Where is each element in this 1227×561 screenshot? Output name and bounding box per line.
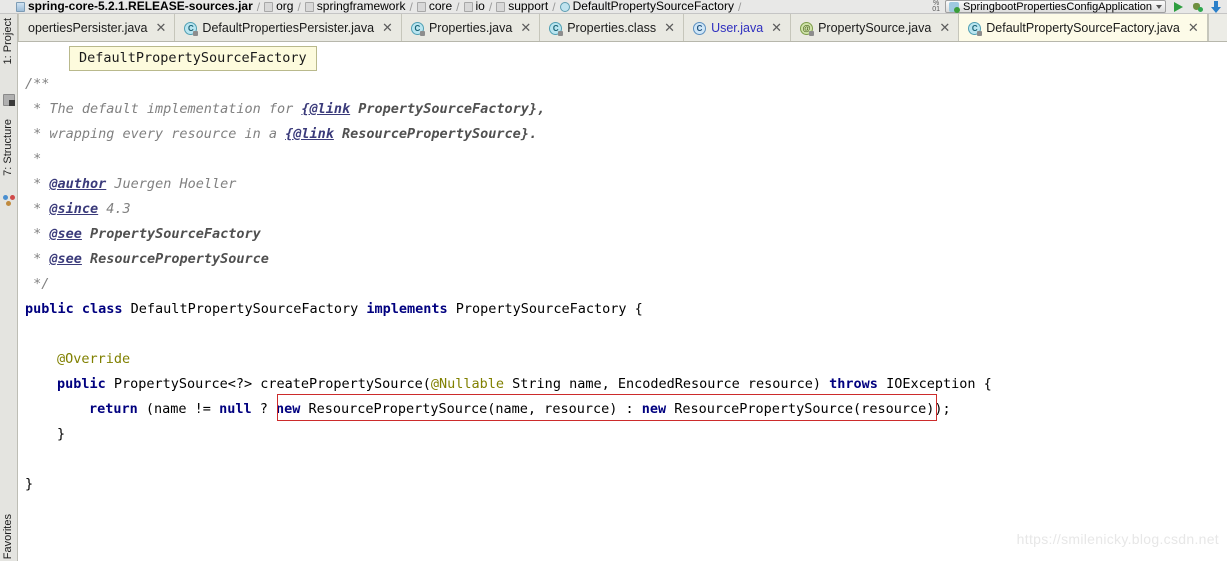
- class-icon: C: [410, 21, 425, 36]
- code-line: * @author Juergen Hoeller: [25, 176, 237, 192]
- sidebar-item-favorites[interactable]: Favorites: [2, 514, 14, 559]
- close-icon[interactable]: ✕: [1188, 21, 1199, 34]
- breadcrumb-label: org: [276, 0, 294, 13]
- run-icon: [1173, 1, 1183, 12]
- code-line: }: [57, 426, 66, 442]
- package-icon: [264, 1, 274, 12]
- code-line: @Override: [57, 351, 131, 367]
- code-line: * @see PropertySourceFactory: [25, 226, 261, 242]
- debug-icon: [1191, 1, 1203, 12]
- breadcrumb-item-org[interactable]: org: [264, 0, 293, 13]
- close-icon[interactable]: ✕: [771, 21, 782, 34]
- idea-window: spring-core-5.2.1.RELEASE-sources.jar / …: [0, 0, 1227, 561]
- breadcrumb-item-support[interactable]: support: [496, 0, 548, 13]
- code-line: /**: [25, 76, 50, 92]
- code-editor[interactable]: I /** * The default implementation for {…: [18, 42, 1227, 561]
- breadcrumb-separator: /: [456, 0, 460, 14]
- run-configuration-label: SpringbootPropertiesConfigApplication: [963, 0, 1152, 13]
- breadcrumb: spring-core-5.2.1.RELEASE-sources.jar / …: [0, 0, 745, 14]
- editor-tab-bar: opertiesPersister.java ✕ C DefaultProper…: [18, 14, 1227, 42]
- code-line: }: [25, 476, 34, 492]
- code-line: public PropertySource<?> createPropertyS…: [57, 376, 992, 392]
- sidebar-item-structure[interactable]: 7: Structure: [2, 119, 14, 176]
- class-plain-icon: C: [693, 21, 707, 35]
- navigation-bar: spring-core-5.2.1.RELEASE-sources.jar / …: [0, 0, 1227, 14]
- tab-defaultpropertysourcefactory-java[interactable]: C DefaultPropertySourceFactory.java ✕: [959, 14, 1208, 41]
- code-line: * The default implementation for {@link …: [25, 101, 546, 117]
- breadcrumb-label: support: [508, 0, 549, 13]
- code-line: public class DefaultPropertySourceFactor…: [25, 301, 643, 317]
- breadcrumb-tooltip-chip[interactable]: DefaultPropertySourceFactory: [69, 46, 317, 71]
- download-button[interactable]: [1209, 0, 1223, 13]
- breadcrumb-separator: /: [488, 0, 493, 14]
- jar-icon: [16, 1, 25, 12]
- sidebar-item-project[interactable]: 1: Project: [2, 18, 14, 64]
- mini-indicator-bottom: 01: [932, 5, 941, 13]
- tab-label: Properties.class: [567, 21, 657, 35]
- package-icon: [304, 1, 314, 12]
- code-line: */: [25, 276, 50, 292]
- code-line: *: [25, 151, 42, 167]
- tab-label: User.java: [711, 21, 764, 35]
- tab-propertysource-java[interactable]: @ PropertySource.java ✕: [791, 14, 960, 41]
- tab-opertiespersister[interactable]: opertiesPersister.java ✕: [18, 14, 176, 41]
- class-icon: [559, 1, 570, 12]
- breadcrumb-label: springframework: [316, 0, 406, 13]
- breadcrumb-separator: /: [552, 0, 556, 14]
- breadcrumb-separator: /: [297, 0, 301, 14]
- breadcrumb-label: core: [428, 0, 453, 13]
- project-icon: [3, 94, 15, 106]
- class-icon: C: [549, 21, 564, 36]
- code-line: * @since 4.3: [25, 201, 131, 217]
- structure-icon: [3, 194, 15, 206]
- code-line: return (name != null ? new ResourcePrope…: [89, 401, 951, 417]
- breadcrumb-item-springframework[interactable]: springframework: [304, 0, 406, 13]
- tab-properties-java[interactable]: C Properties.java ✕: [401, 14, 541, 41]
- breadcrumb-separator: /: [409, 0, 413, 14]
- package-icon: [496, 1, 506, 12]
- breadcrumb-separator: /: [256, 0, 261, 14]
- tab-properties-class[interactable]: C Properties.class ✕: [540, 14, 685, 41]
- watermark: https://smilenicky.blog.csdn.net: [1016, 531, 1219, 547]
- tab-defaultpropertiespersister[interactable]: C DefaultPropertiesPersister.java ✕: [175, 14, 402, 41]
- class-icon: C: [184, 21, 199, 36]
- close-icon[interactable]: ✕: [520, 21, 531, 34]
- package-icon: [416, 1, 426, 12]
- run-configuration-selector[interactable]: SpringbootPropertiesConfigApplication: [945, 0, 1166, 13]
- tab-bar-filler: [1207, 14, 1227, 41]
- package-icon: [463, 1, 473, 12]
- close-icon[interactable]: ✕: [156, 21, 167, 34]
- debug-button[interactable]: [1190, 0, 1204, 13]
- breadcrumb-item-core[interactable]: core: [416, 0, 453, 13]
- breadcrumb-separator: /: [737, 0, 742, 14]
- tab-label: DefaultPropertySourceFactory.java: [986, 21, 1180, 35]
- run-toolbar: % 01 SpringbootPropertiesConfigApplicati…: [932, 0, 1227, 13]
- download-icon: [1210, 0, 1222, 13]
- close-icon[interactable]: ✕: [939, 21, 950, 34]
- tab-label: opertiesPersister.java: [28, 21, 148, 35]
- breadcrumb-label: DefaultPropertySourceFactory: [572, 0, 734, 13]
- spring-boot-icon: [949, 1, 961, 13]
- tab-label: PropertySource.java: [818, 21, 932, 35]
- breadcrumb-label: spring-core-5.2.1.RELEASE-sources.jar: [28, 0, 253, 13]
- tab-user-java[interactable]: C User.java ✕: [684, 14, 792, 41]
- breadcrumb-item-class[interactable]: DefaultPropertySourceFactory: [559, 0, 734, 13]
- code-text-area[interactable]: /** * The default implementation for {@l…: [18, 42, 1227, 561]
- run-button[interactable]: [1171, 0, 1185, 13]
- close-icon[interactable]: ✕: [664, 21, 675, 34]
- code-line: * @see ResourcePropertySource: [25, 251, 269, 267]
- breadcrumb-item-jar[interactable]: spring-core-5.2.1.RELEASE-sources.jar: [16, 0, 253, 13]
- annotation-icon: @: [800, 21, 815, 36]
- breadcrumb-label: io: [475, 0, 485, 13]
- close-icon[interactable]: ✕: [382, 21, 393, 34]
- breadcrumb-item-io[interactable]: io: [463, 0, 485, 13]
- left-tool-window-stripe: 1: Project 7: Structure Favorites: [0, 14, 18, 561]
- tab-label: Properties.java: [428, 21, 513, 35]
- class-icon: C: [968, 21, 983, 36]
- tab-label: DefaultPropertiesPersister.java: [202, 21, 375, 35]
- code-line: * wrapping every resource in a {@link Re…: [25, 126, 538, 142]
- chevron-down-icon: [1156, 4, 1162, 9]
